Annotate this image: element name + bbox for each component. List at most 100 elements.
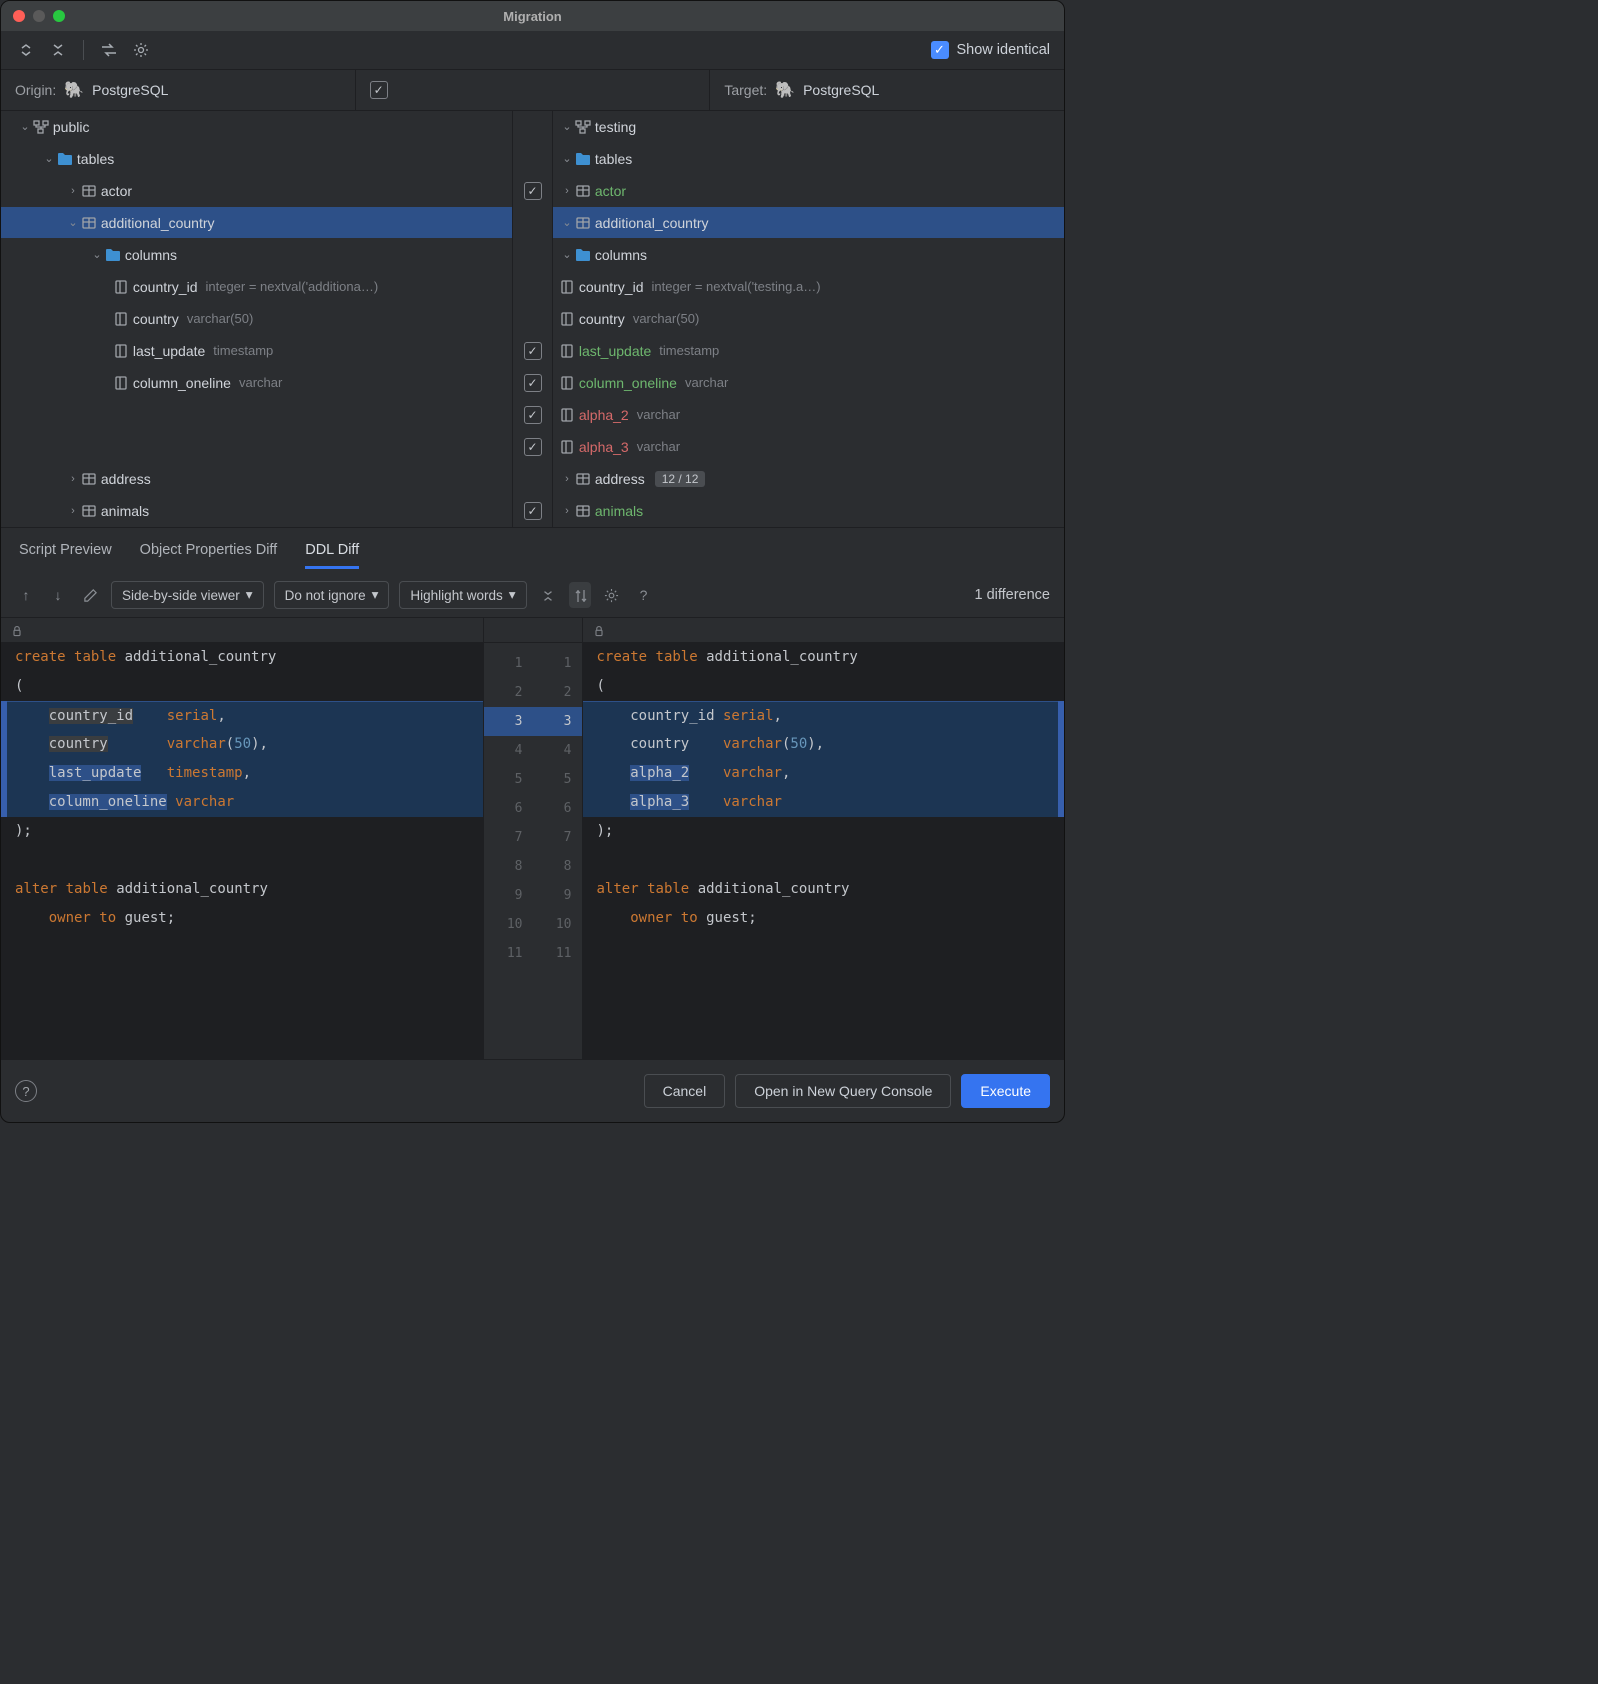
titlebar: Migration bbox=[1, 1, 1064, 31]
code-line: owner to guest; bbox=[1, 904, 483, 933]
highlight-select[interactable]: Highlight words ▾ bbox=[399, 581, 526, 609]
tree-row[interactable]: ⌄ additional_country bbox=[553, 207, 1064, 239]
target-db-name: PostgreSQL bbox=[803, 82, 879, 98]
help-diff-icon[interactable]: ? bbox=[633, 587, 655, 603]
viewer-mode-select[interactable]: Side-by-side viewer ▾ bbox=[111, 581, 264, 609]
tab[interactable]: Object Properties Diff bbox=[140, 542, 278, 569]
tree-row-schema[interactable]: ⌄ testing bbox=[553, 111, 1064, 143]
code-line: create table additional_country bbox=[1, 643, 483, 672]
open-console-button[interactable]: Open in New Query Console bbox=[735, 1074, 951, 1108]
origin-label: Origin: bbox=[15, 82, 56, 98]
lock-right bbox=[583, 618, 1065, 642]
tree-row[interactable]: ⌄ columns bbox=[553, 239, 1064, 271]
gutter-left: 1234567891011 bbox=[483, 643, 533, 1059]
tree-row[interactable]: › actor bbox=[1, 175, 512, 207]
expand-all-icon[interactable] bbox=[15, 39, 37, 61]
row-checkbox-empty bbox=[513, 239, 552, 271]
postgres-icon: 🐘 bbox=[775, 80, 795, 100]
code-line: ( bbox=[583, 672, 1065, 701]
target-header: Target: 🐘 PostgreSQL bbox=[710, 70, 1064, 110]
show-identical-label: Show identical bbox=[957, 42, 1051, 58]
collapse-unchanged-icon[interactable] bbox=[537, 587, 559, 603]
lock-left bbox=[1, 618, 483, 642]
code-line: ); bbox=[1, 817, 483, 846]
tree-row-tables[interactable]: ⌄ tables bbox=[553, 143, 1064, 175]
next-diff-icon[interactable]: ↓ bbox=[47, 587, 69, 603]
tree-row[interactable]: › address12 / 12 bbox=[553, 463, 1064, 495]
execute-button[interactable]: Execute bbox=[961, 1074, 1050, 1108]
target-label: Target: bbox=[724, 82, 767, 98]
code-left[interactable]: create table additional_country( country… bbox=[1, 643, 483, 1059]
tree-row[interactable]: countryvarchar(50) bbox=[1, 303, 512, 335]
swap-icon[interactable] bbox=[98, 39, 120, 61]
code-line bbox=[583, 933, 1065, 962]
window-maximize-button[interactable] bbox=[53, 10, 65, 22]
tree-row[interactable]: country_idinteger = nextval('testing.a…) bbox=[553, 271, 1064, 303]
tree-row-tables[interactable]: ⌄ tables bbox=[1, 143, 512, 175]
origin-db-name: PostgreSQL bbox=[92, 82, 168, 98]
code-line: column_oneline varchar bbox=[1, 788, 483, 817]
code-line: owner to guest; bbox=[583, 904, 1065, 933]
tab[interactable]: Script Preview bbox=[19, 542, 112, 569]
tree-row[interactable]: alpha_3varchar bbox=[553, 431, 1064, 463]
postgres-icon: 🐘 bbox=[64, 80, 84, 100]
tree-row[interactable]: › address bbox=[1, 463, 512, 495]
collapse-all-icon[interactable] bbox=[47, 39, 69, 61]
tree-row[interactable]: column_onelinevarchar bbox=[553, 367, 1064, 399]
edit-icon[interactable] bbox=[79, 587, 101, 604]
check-column bbox=[512, 111, 552, 527]
settings-icon[interactable] bbox=[130, 39, 152, 61]
tree-row[interactable]: ⌄ columns bbox=[1, 239, 512, 271]
row-checkbox-empty bbox=[513, 463, 552, 495]
row-checkbox[interactable] bbox=[524, 502, 542, 520]
row-checkbox[interactable] bbox=[524, 406, 542, 424]
code-line bbox=[1, 933, 483, 962]
tree-row[interactable]: last_updatetimestamp bbox=[1, 335, 512, 367]
code-line: ); bbox=[583, 817, 1065, 846]
row-checkbox-empty bbox=[513, 303, 552, 335]
code-line bbox=[1, 846, 483, 875]
window-minimize-button[interactable] bbox=[33, 10, 45, 22]
row-checkbox[interactable] bbox=[524, 182, 542, 200]
row-checkbox[interactable] bbox=[524, 342, 542, 360]
diff-settings-icon[interactable] bbox=[601, 587, 623, 604]
tree-row[interactable]: country_idinteger = nextval('additiona…) bbox=[1, 271, 512, 303]
row-checkbox[interactable] bbox=[524, 374, 542, 392]
code-line: alpha_2 varchar, bbox=[583, 759, 1065, 788]
cancel-button[interactable]: Cancel bbox=[644, 1074, 726, 1108]
code-right[interactable]: create table additional_country( country… bbox=[583, 643, 1065, 1059]
ignore-select[interactable]: Do not ignore ▾ bbox=[274, 581, 390, 609]
header-checkbox[interactable] bbox=[370, 81, 388, 99]
tab[interactable]: DDL Diff bbox=[305, 542, 359, 569]
tree-row-empty bbox=[1, 431, 512, 463]
target-tree[interactable]: ⌄ testing⌄ tables› actor⌄ additional_cou… bbox=[552, 111, 1064, 527]
code-line bbox=[583, 846, 1065, 875]
diff-marker bbox=[1058, 701, 1064, 817]
row-checkbox-empty bbox=[513, 207, 552, 239]
tree-row[interactable]: › animals bbox=[1, 495, 512, 527]
tree-row-schema[interactable]: ⌄ public bbox=[1, 111, 512, 143]
code-line: alpha_3 varchar bbox=[583, 788, 1065, 817]
row-checkbox[interactable] bbox=[524, 438, 542, 456]
tree-row[interactable]: › actor bbox=[553, 175, 1064, 207]
origin-tree[interactable]: ⌄ public⌄ tables› actor⌄ additional_coun… bbox=[1, 111, 512, 527]
show-identical-checkbox[interactable]: ✓ Show identical bbox=[931, 41, 1051, 59]
prev-diff-icon[interactable]: ↑ bbox=[15, 587, 37, 603]
tree-row[interactable]: › animals bbox=[553, 495, 1064, 527]
tree-row[interactable]: last_updatetimestamp bbox=[553, 335, 1064, 367]
row-checkbox-empty bbox=[513, 111, 552, 143]
tree-row[interactable]: ⌄ additional_country bbox=[1, 207, 512, 239]
code-line: country varchar(50), bbox=[1, 730, 483, 759]
tree-row[interactable]: alpha_2varchar bbox=[553, 399, 1064, 431]
diff-marker bbox=[1, 701, 7, 817]
window-title: Migration bbox=[503, 9, 562, 24]
code-line: country varchar(50), bbox=[583, 730, 1065, 759]
tree-row[interactable]: column_onelinevarchar bbox=[1, 367, 512, 399]
help-icon[interactable]: ? bbox=[15, 1080, 37, 1102]
tree-row[interactable]: countryvarchar(50) bbox=[553, 303, 1064, 335]
code-line: country_id serial, bbox=[583, 701, 1065, 730]
row-checkbox-empty bbox=[513, 271, 552, 303]
diff-count: 1 difference bbox=[974, 587, 1050, 603]
window-close-button[interactable] bbox=[13, 10, 25, 22]
sync-scroll-icon[interactable] bbox=[569, 582, 591, 607]
